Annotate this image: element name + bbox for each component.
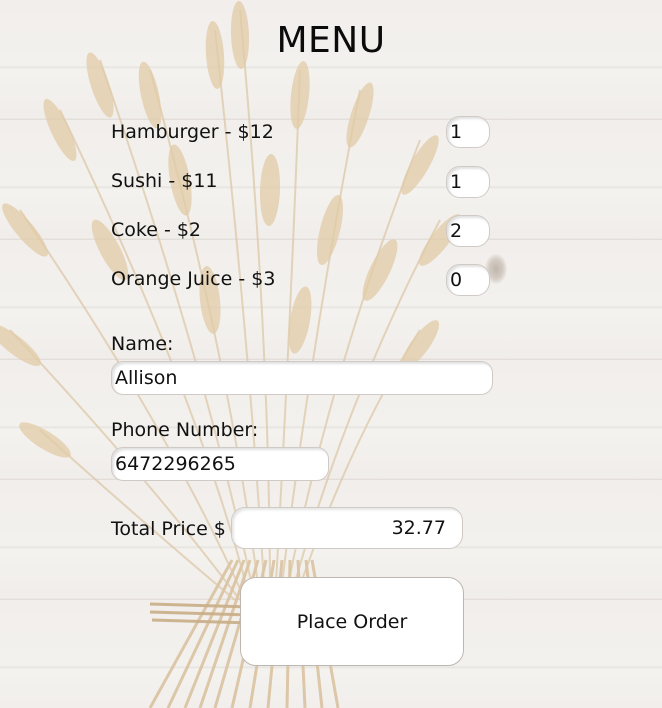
name-label: Name: bbox=[111, 333, 174, 355]
place-order-button[interactable]: Place Order bbox=[240, 577, 464, 666]
name-input[interactable]: Allison bbox=[111, 361, 493, 395]
total-price-label: Total Price $ bbox=[111, 518, 226, 540]
phone-number-input[interactable]: 6472296265 bbox=[111, 447, 329, 481]
orange-juice-quantity-input[interactable]: 0 bbox=[446, 264, 490, 296]
menu-item-label-sushi: Sushi - $11 bbox=[111, 170, 218, 192]
menu-item-label-orange-juice: Orange Juice - $3 bbox=[111, 268, 276, 290]
hamburger-quantity-input[interactable]: 1 bbox=[446, 116, 490, 148]
page-title: MENU bbox=[276, 20, 386, 61]
phone-number-label: Phone Number: bbox=[111, 419, 259, 441]
menu-item-label-coke: Coke - $2 bbox=[111, 219, 202, 241]
total-price-field: 32.77 bbox=[231, 507, 463, 549]
sushi-quantity-input[interactable]: 1 bbox=[446, 166, 490, 198]
menu-item-label-hamburger: Hamburger - $12 bbox=[111, 121, 274, 143]
coke-quantity-input[interactable]: 2 bbox=[446, 215, 490, 247]
